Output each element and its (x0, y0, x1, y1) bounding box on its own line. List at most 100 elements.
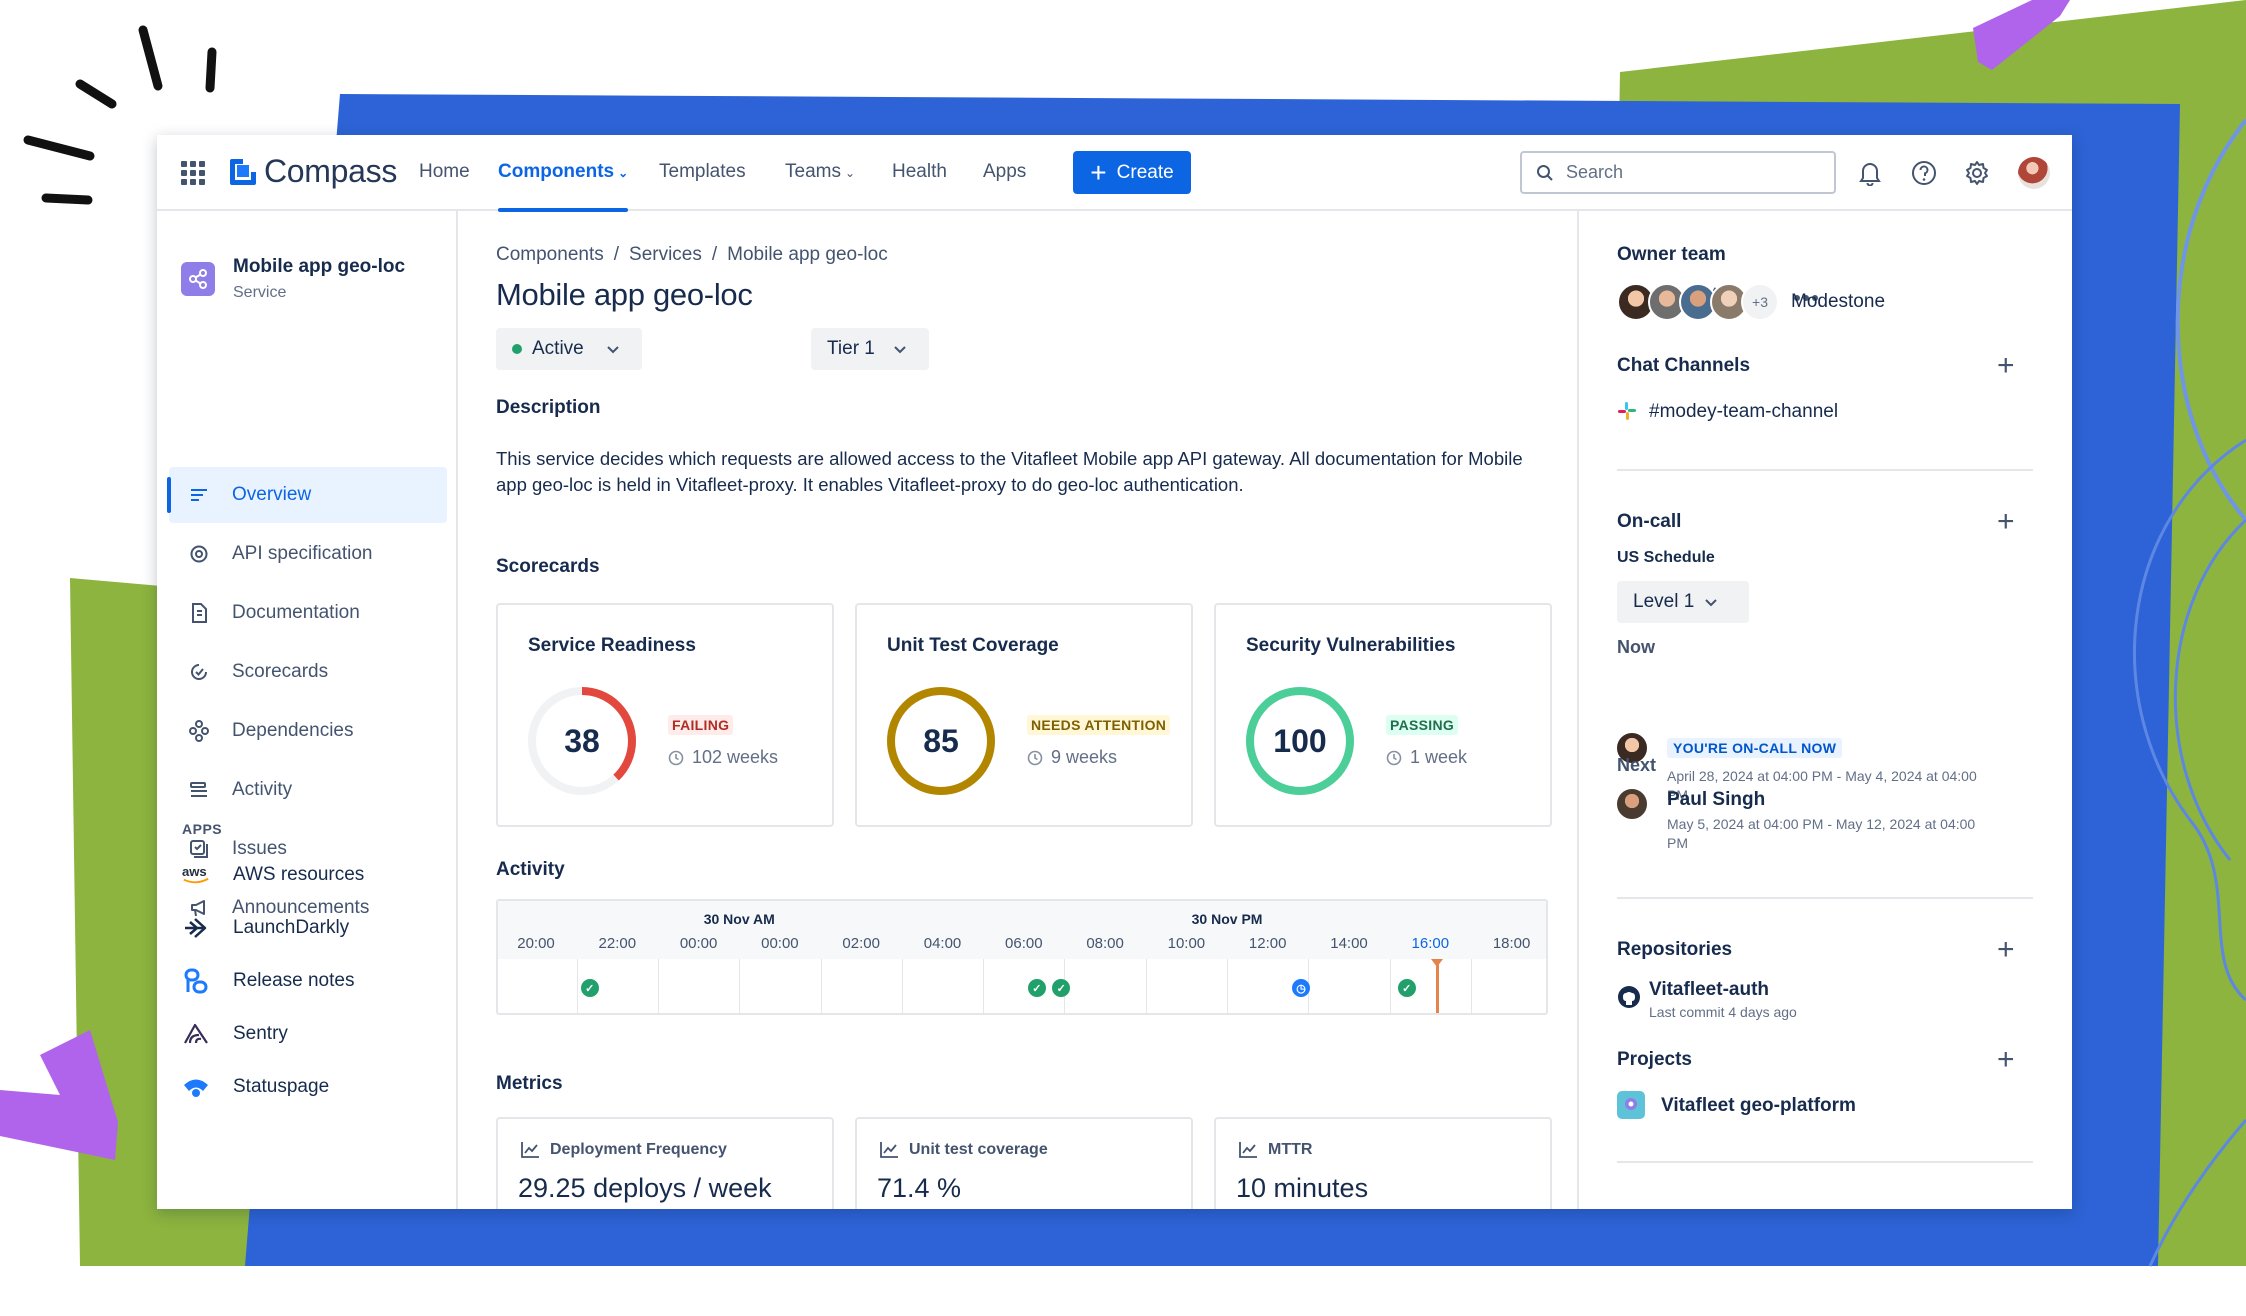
scorecard-title: Unit Test Coverage (887, 635, 1059, 656)
scorecard-duration: 102 weeks (668, 747, 778, 768)
app-switcher-icon[interactable] (181, 161, 205, 185)
next-label: Next (1617, 755, 1657, 775)
metric-label-text: MTTR (1268, 1141, 1313, 1158)
status-label: Active (532, 338, 584, 359)
nav-health[interactable]: Health (892, 161, 947, 183)
app-item-launchdarkly[interactable]: LaunchDarkly (181, 908, 349, 948)
metric-label: MTTR (1238, 1141, 1312, 1159)
add-repository-icon[interactable]: + (1997, 935, 2015, 965)
sidebar-item-scorecards[interactable]: Scorecards (169, 644, 447, 700)
compass-logo[interactable]: Compass (230, 153, 397, 190)
nav-teams-label: Teams (785, 161, 841, 182)
sidebar-item-label: Overview (232, 484, 312, 505)
timeline-tick-label: 02:00 (842, 935, 880, 952)
app-item-statuspage[interactable]: Statuspage (181, 1067, 329, 1107)
success-check-icon[interactable]: ✓ (1027, 979, 1046, 997)
scorecard-card[interactable]: Security Vulnerabilities 100 PASSING 1 week (1214, 603, 1552, 827)
scorecard-duration-text: 1 week (1410, 747, 1468, 767)
scorecard-status-badge: FAILING (668, 715, 734, 735)
success-check-icon[interactable]: ✓ (580, 979, 599, 997)
chat-channel-link[interactable]: #modey-team-channel (1649, 401, 1838, 423)
timeline-tick-label: 00:00 (679, 935, 718, 952)
create-button[interactable]: + Create (1073, 151, 1191, 194)
scorecard-card[interactable]: Service Readiness 38 FAILING 102 weeks (496, 603, 834, 827)
app-item-release-notes[interactable]: Release notes (181, 961, 354, 1001)
sidebar-item-overview[interactable]: Overview (167, 467, 447, 523)
add-project-icon[interactable]: + (1997, 1045, 2015, 1075)
scorecard-score: 100 (1273, 722, 1327, 759)
notifications-icon[interactable] (1855, 158, 1885, 188)
timeline-tick-label: 00:00 (761, 935, 799, 952)
sidebar-item-documentation[interactable]: Documentation (169, 585, 447, 641)
scorecards-heading: Scorecards (496, 556, 600, 577)
sidebar-item-api-specification[interactable]: API specification (169, 526, 447, 582)
chevron-down-icon: ⌄ (844, 166, 856, 180)
top-navigation: Compass Home Components ⌄ Templates Teams… (157, 135, 2072, 212)
project-icon (1617, 1091, 1645, 1119)
breadcrumb-services[interactable]: Services (629, 244, 702, 265)
pending-clock-icon[interactable]: ◷ (1292, 979, 1311, 997)
divider (1617, 469, 2033, 471)
scorecard-status-badge: PASSING (1386, 715, 1459, 735)
sidebar-item-activity[interactable]: Activity (169, 762, 447, 818)
avatar (1615, 787, 1649, 821)
clock-icon (1386, 750, 1402, 765)
success-check-icon[interactable]: ✓ (1397, 979, 1416, 997)
line-chart-icon (521, 1142, 539, 1158)
chevron-down-icon: ⌄ (618, 166, 629, 180)
next-on-call-person[interactable]: Paul Singh (1667, 789, 1765, 811)
metric-label: Deployment Frequency (520, 1141, 727, 1159)
component-type: Service (233, 284, 287, 301)
level-dropdown[interactable]: Level 1 (1617, 581, 1749, 623)
scorecard-score: 38 (564, 722, 600, 759)
timeline-gridline (820, 959, 822, 1013)
nav-home[interactable]: Home (419, 161, 470, 183)
schedule-name: US Schedule (1617, 549, 1715, 566)
statuspage-icon (181, 1072, 211, 1102)
owner-team-heading: Owner team (1617, 244, 1726, 265)
search-input[interactable]: Search (1520, 151, 1836, 194)
sidebar-item-dependencies[interactable]: Dependencies (169, 703, 447, 759)
app-item-sentry[interactable]: Sentry (181, 1014, 288, 1054)
line-chart-icon (880, 1142, 898, 1158)
settings-gear-icon[interactable] (1962, 158, 1992, 188)
tier-label: Tier 1 (827, 338, 875, 359)
activity-icon (188, 779, 210, 801)
breadcrumb-current[interactable]: Mobile app geo-loc (727, 244, 888, 265)
apps-heading: APPS (182, 821, 223, 837)
repository-link[interactable]: Vitafleet-auth (1649, 979, 1769, 1001)
github-icon (1617, 985, 1641, 1014)
nav-templates[interactable]: Templates (659, 161, 746, 183)
app-window: Compass Home Components ⌄ Templates Teams… (157, 135, 2072, 1209)
nav-teams[interactable]: Teams ⌄ (785, 161, 855, 183)
chevron-down-icon (606, 338, 620, 360)
activity-heading: Activity (496, 859, 565, 880)
chevron-down-icon (1704, 591, 1718, 613)
app-item-aws-resources[interactable]: aws AWS resources (181, 855, 364, 895)
timeline-group-label: 30 Nov AM (703, 911, 775, 927)
compass-logo-icon (230, 158, 256, 185)
component-header: Mobile app geo-loc Service (181, 256, 405, 302)
owner-team-name[interactable]: Modestone (1791, 291, 1885, 313)
add-on-call-icon[interactable]: + (1997, 507, 2015, 537)
project-link[interactable]: Vitafleet geo-platform (1661, 1095, 1856, 1117)
scorecard-card[interactable]: Unit Test Coverage 85 NEEDS ATTENTION 9 wee… (855, 603, 1193, 827)
scorecard-icon (188, 661, 210, 683)
success-check-icon[interactable]: ✓ (1052, 979, 1071, 997)
metric-card[interactable]: Deployment Frequency 29.25 deploys / week (496, 1117, 834, 1209)
repository-last-commit: Last commit 4 days ago (1649, 1004, 1797, 1020)
nav-apps[interactable]: Apps (983, 161, 1026, 183)
metric-card[interactable]: MTTR 10 minutes (1214, 1117, 1552, 1209)
nav-components[interactable]: Components ⌄ (498, 161, 629, 212)
add-chat-channel-icon[interactable]: + (1997, 351, 2015, 381)
nav-apps-label: Apps (983, 161, 1027, 182)
help-icon[interactable] (1909, 158, 1939, 188)
nav-health-label: Health (892, 161, 947, 182)
slack-icon (1617, 401, 1637, 426)
tier-dropdown[interactable]: Tier 1 (811, 328, 929, 370)
metric-card[interactable]: Unit test coverage 71.4 % (855, 1117, 1193, 1209)
scorecard-status-badge: NEEDS ATTENTION (1027, 715, 1171, 735)
status-dropdown[interactable]: Active (496, 328, 642, 370)
user-avatar[interactable] (2018, 157, 2050, 189)
breadcrumb-components[interactable]: Components (496, 244, 604, 265)
